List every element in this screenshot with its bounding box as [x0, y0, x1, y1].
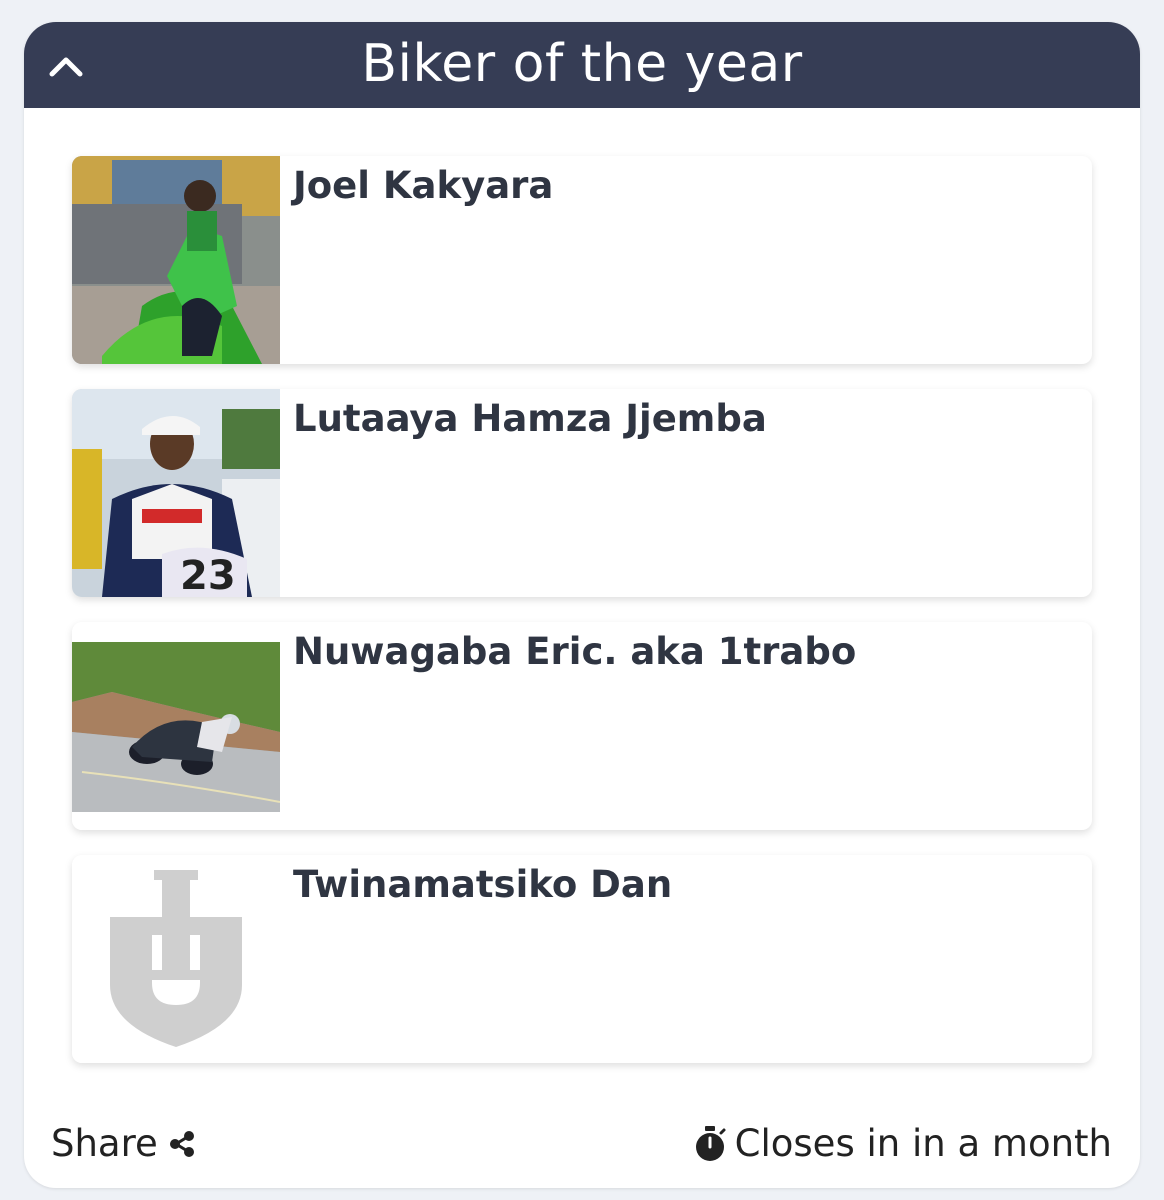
candidate-name: Joel Kakyara — [293, 164, 554, 207]
candidate-photo: 23 — [72, 389, 280, 597]
poll-footer: Share Closes in in a month — [24, 1114, 1140, 1174]
candidate-card-twinamatsiko-dan[interactable]: Twinamatsiko Dan — [72, 855, 1092, 1063]
candidate-name: Lutaaya Hamza Jjemba — [293, 397, 767, 440]
svg-text:23: 23 — [180, 553, 236, 597]
poll-panel: Biker of the year Joel Kakyara 23 Lutaay… — [24, 22, 1140, 1188]
candidate-card-nuwagaba-eric[interactable]: Nuwagaba Eric. aka 1trabo — [72, 622, 1092, 830]
candidate-card-joel-kakyara[interactable]: Joel Kakyara — [72, 156, 1092, 364]
closing-time: Closes in in a month — [693, 1114, 1112, 1174]
placeholder-logo-icon — [72, 855, 280, 1063]
candidate-photo — [72, 622, 280, 830]
share-icon — [169, 1131, 194, 1157]
poll-title: Biker of the year — [361, 34, 803, 94]
candidate-name: Twinamatsiko Dan — [293, 863, 673, 906]
share-label: Share — [51, 1122, 158, 1165]
poll-header: Biker of the year — [24, 22, 1140, 108]
closes-label: Closes in in a month — [734, 1122, 1112, 1165]
stopwatch-icon — [695, 1126, 726, 1161]
candidate-card-lutaaya-hamza-jjemba[interactable]: 23 Lutaaya Hamza Jjemba — [72, 389, 1092, 597]
candidate-photo — [72, 156, 280, 364]
share-button[interactable]: Share — [51, 1114, 196, 1174]
candidate-name: Nuwagaba Eric. aka 1trabo — [293, 630, 857, 673]
